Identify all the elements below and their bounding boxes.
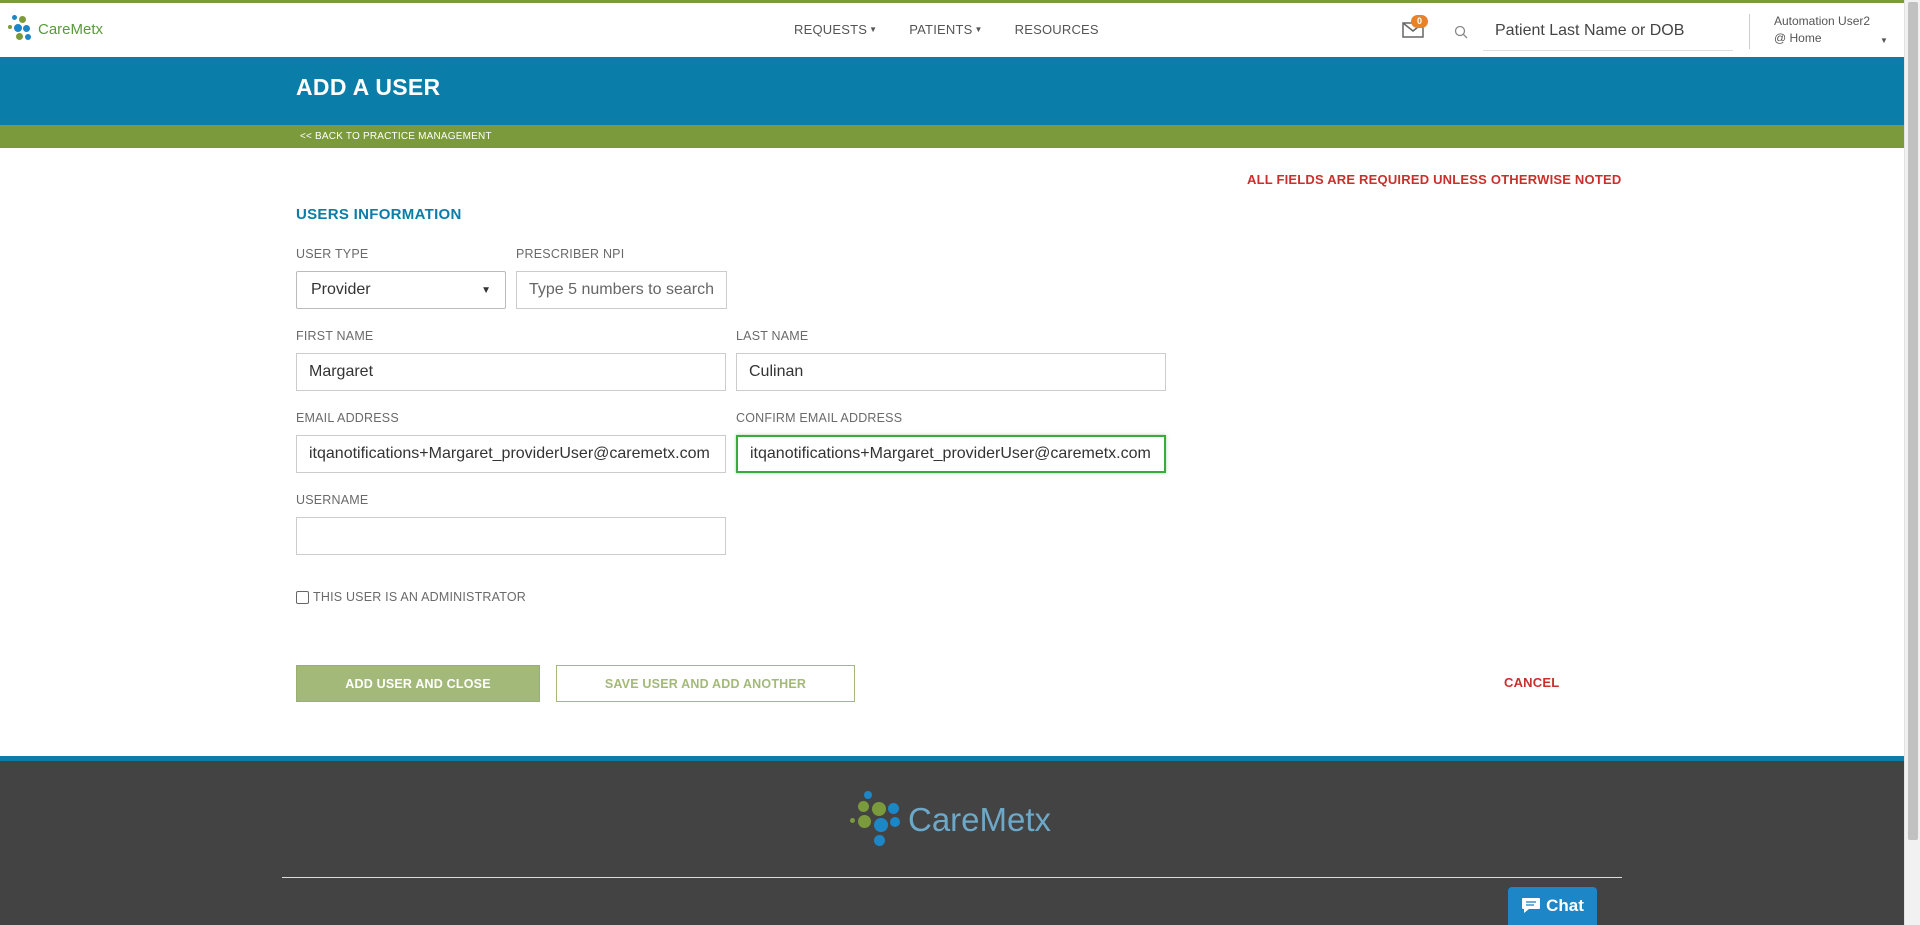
- caremetx-logo[interactable]: CareMetx: [8, 15, 103, 43]
- admin-checkbox-label[interactable]: THIS USER IS AN ADMINISTRATOR: [313, 590, 526, 604]
- email-label: EMAIL ADDRESS: [296, 411, 399, 425]
- patient-search-input[interactable]: [1483, 11, 1733, 51]
- username-input[interactable]: [296, 517, 726, 555]
- confirm-email-label: CONFIRM EMAIL ADDRESS: [736, 411, 903, 425]
- user-type-value: Provider: [311, 281, 371, 298]
- page-title: ADD A USER: [296, 74, 441, 100]
- scrollbar-thumb[interactable]: [1908, 2, 1918, 840]
- search-icon[interactable]: [1454, 25, 1468, 39]
- logo-dots-icon: [8, 15, 36, 43]
- page-scrollbar[interactable]: [1904, 0, 1920, 925]
- add-user-and-close-button[interactable]: ADD USER AND CLOSE: [296, 665, 540, 702]
- cancel-button[interactable]: CANCEL: [1504, 675, 1559, 690]
- header: CareMetx REQUESTS ▼ PATIENTS ▼ RESOURCES 0…: [0, 3, 1904, 57]
- back-to-practice-management-link[interactable]: << BACK TO PRACTICE MANAGEMENT: [300, 131, 492, 142]
- footer-divider: [282, 877, 1622, 878]
- footer-logo: CareMetx: [850, 791, 1051, 849]
- user-menu[interactable]: Automation User2 @ Home: [1774, 13, 1870, 47]
- first-name-label: FIRST NAME: [296, 329, 374, 343]
- user-location: @ Home: [1774, 31, 1822, 45]
- admin-checkbox-row: THIS USER IS AN ADMINISTRATOR: [296, 590, 526, 604]
- nav-requests-label: REQUESTS: [794, 22, 868, 37]
- nav-patients-label: PATIENTS: [909, 22, 973, 37]
- title-band: ADD A USER: [0, 57, 1904, 125]
- breadcrumb-band: << BACK TO PRACTICE MANAGEMENT: [0, 125, 1904, 148]
- nav-resources-label: RESOURCES: [1014, 22, 1099, 37]
- footer: CareMetx: [0, 761, 1904, 925]
- confirm-email-input[interactable]: [736, 435, 1166, 473]
- user-name: Automation User2: [1774, 14, 1871, 28]
- save-user-and-add-another-button[interactable]: SAVE USER AND ADD ANOTHER: [556, 665, 855, 702]
- header-divider: [1749, 14, 1750, 49]
- caret-down-icon: ▼: [869, 25, 878, 34]
- chat-bubble-icon: [1522, 898, 1541, 913]
- chevron-down-icon[interactable]: ▼: [1880, 36, 1888, 45]
- nav-patients[interactable]: PATIENTS ▼: [909, 22, 982, 37]
- email-input[interactable]: [296, 435, 726, 473]
- user-type-label: USER TYPE: [296, 247, 369, 261]
- first-name-input[interactable]: [296, 353, 726, 391]
- main-nav: REQUESTS ▼ PATIENTS ▼ RESOURCES: [794, 22, 1131, 37]
- chevron-down-icon: ▼: [481, 284, 491, 296]
- nav-resources[interactable]: RESOURCES: [1015, 22, 1099, 37]
- prescriber-npi-label: PRESCRIBER NPI: [516, 247, 625, 261]
- nav-requests[interactable]: REQUESTS ▼: [794, 22, 877, 37]
- last-name-input[interactable]: [736, 353, 1166, 391]
- required-fields-note: ALL FIELDS ARE REQUIRED UNLESS OTHERWISE…: [1247, 172, 1622, 187]
- section-title: USERS INFORMATION: [296, 206, 462, 223]
- prescriber-npi-input[interactable]: [516, 271, 727, 309]
- chat-button[interactable]: Chat: [1508, 887, 1597, 925]
- logo-dots-icon: [850, 791, 904, 849]
- username-label: USERNAME: [296, 493, 369, 507]
- admin-checkbox[interactable]: [296, 590, 309, 604]
- chat-label: Chat: [1546, 896, 1584, 915]
- page: CareMetx REQUESTS ▼ PATIENTS ▼ RESOURCES 0…: [0, 0, 1904, 925]
- user-type-select[interactable]: Provider ▼: [296, 271, 506, 309]
- last-name-label: LAST NAME: [736, 329, 809, 343]
- caret-down-icon: ▼: [974, 25, 983, 34]
- logo-text: CareMetx: [38, 20, 104, 38]
- footer-logo-text: CareMetx: [908, 801, 1052, 838]
- mail-count-badge: 0: [1411, 15, 1428, 28]
